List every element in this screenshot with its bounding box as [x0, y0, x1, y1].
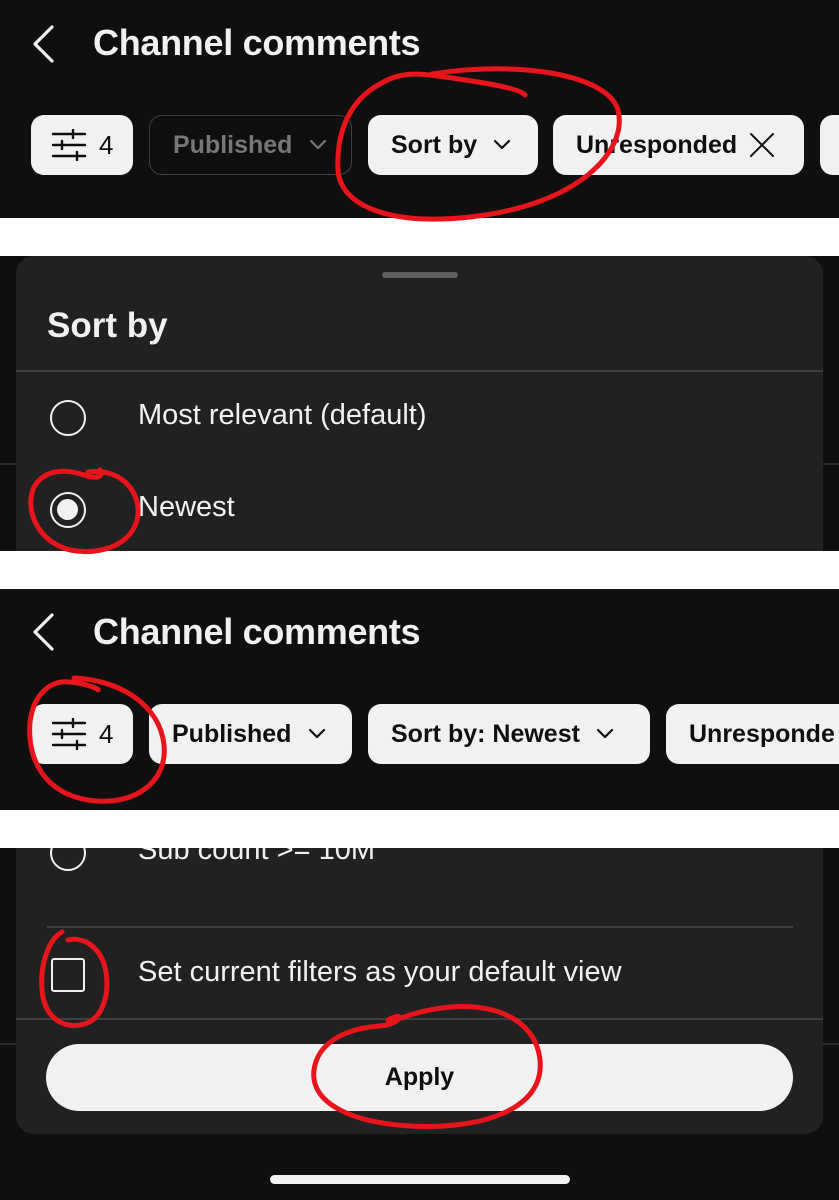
filter-sliders-icon [51, 718, 87, 750]
default-view-checkbox[interactable] [51, 958, 85, 992]
sort-by-chip-label: Sort by [391, 130, 478, 159]
option-sub-count[interactable]: Sub count >= 10M [138, 848, 375, 867]
sheet-title: Sort by [47, 306, 168, 345]
filter-sliders-icon [51, 129, 87, 161]
screenshot-top-header: Channel comments 4 Published Sort by Unr… [0, 0, 839, 218]
default-view-label: Set current filters as your default view [138, 956, 622, 988]
filter-count: 4 [99, 129, 114, 160]
sort-by-chip[interactable]: Sort by [368, 115, 538, 175]
chevron-down-icon [494, 139, 511, 150]
screenshot-sort-sheet: Sort by Most relevant (default) Newest [0, 256, 839, 551]
unresponded-chip[interactable]: Unresponded [553, 115, 804, 175]
option-newest[interactable]: Newest [138, 491, 235, 524]
sheet-divider [16, 370, 823, 372]
option-most-relevant[interactable]: Most relevant (default) [138, 399, 427, 432]
radio-most-relevant[interactable] [50, 400, 86, 436]
sort-by-newest-chip[interactable]: Sort by: Newest [368, 704, 650, 764]
page-title: Channel comments [93, 611, 421, 652]
sheet-divider [47, 926, 793, 928]
published-chip-label: Published [173, 130, 293, 159]
filter-count: 4 [99, 718, 114, 749]
back-chevron-icon[interactable] [28, 24, 58, 64]
next-chip-partial[interactable] [820, 115, 839, 175]
screenshot-filter-sheet: Sub count >= 10M Set current filters as … [0, 848, 839, 1200]
close-x-icon[interactable] [749, 132, 775, 158]
published-chip[interactable]: Published [149, 704, 352, 764]
chevron-down-icon [310, 139, 327, 150]
published-chip-label: Published [172, 719, 292, 748]
filter-chip[interactable]: 4 [31, 115, 133, 175]
drag-handle[interactable] [382, 272, 458, 278]
unresponded-chip-label: Unresponded [576, 130, 738, 159]
chevron-down-icon [309, 728, 326, 739]
screenshot-bottom-header: Channel comments 4 Published Sort by: Ne… [0, 589, 839, 810]
sheet-divider [16, 1018, 823, 1020]
back-chevron-icon[interactable] [28, 612, 58, 652]
home-indicator [270, 1175, 570, 1184]
apply-button[interactable]: Apply [46, 1044, 793, 1111]
filter-chip[interactable]: 4 [31, 704, 133, 764]
unresponded-chip-label: Unresponde [689, 719, 835, 748]
unresponded-chip[interactable]: Unresponde [666, 704, 839, 764]
page-title: Channel comments [93, 22, 421, 63]
radio-newest[interactable] [50, 492, 86, 528]
chevron-down-icon [596, 728, 614, 739]
published-chip[interactable]: Published [149, 115, 352, 175]
sort-by-chip-label: Sort by: Newest [391, 719, 580, 748]
